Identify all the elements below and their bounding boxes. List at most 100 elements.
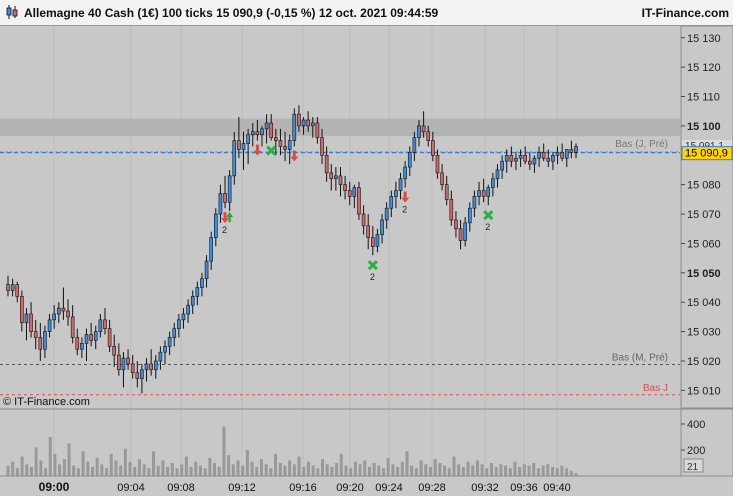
- volume-bar: [189, 466, 193, 476]
- resistance-zone: [0, 118, 680, 137]
- candle-up: [301, 119, 306, 127]
- candle-up: [467, 207, 472, 224]
- candle-up: [574, 146, 578, 153]
- candle-down: [278, 140, 283, 147]
- volume-bar: [386, 457, 390, 476]
- candle-down: [107, 328, 112, 347]
- candle-up: [186, 304, 190, 315]
- candle-down: [15, 284, 20, 297]
- volume-bar: [410, 465, 414, 476]
- volume-bar: [330, 466, 334, 476]
- volume-bar: [292, 464, 296, 476]
- volume-bar: [396, 466, 400, 476]
- level-name-bas-j-pre: Bas (J, Pré): [615, 139, 668, 150]
- volume-bar: [100, 464, 104, 476]
- candle-down: [458, 228, 463, 241]
- candle-up: [310, 122, 315, 127]
- volume-bar: [471, 465, 475, 476]
- volume-bar: [44, 468, 48, 476]
- volume-bar: [227, 455, 231, 476]
- candle-up: [144, 363, 149, 371]
- candle-down: [329, 172, 334, 180]
- price-chart[interactable]: Bas (J, Pré) Bas (M, Pré) Bas J 15 130 15 12…: [0, 0, 733, 496]
- candle-down: [223, 193, 227, 203]
- volume-bar: [213, 463, 217, 476]
- volume-bar: [466, 461, 470, 476]
- volume-bar: [278, 463, 282, 476]
- volume-bar: [494, 466, 498, 476]
- x-tick-label: 09:20: [336, 482, 364, 494]
- y-tick-label: 15 060: [687, 238, 721, 250]
- volume-bar: [297, 456, 301, 476]
- x-tick-label: 09:12: [228, 482, 256, 494]
- volume-bar: [62, 459, 66, 476]
- volume-bar: [222, 426, 226, 476]
- volume-bar: [339, 453, 343, 476]
- volume-bar: [156, 465, 160, 476]
- candle-up: [98, 319, 103, 332]
- candle-up: [140, 369, 144, 379]
- candle-up: [24, 313, 29, 324]
- volume-bar: [29, 466, 33, 476]
- volume-bar: [316, 468, 320, 476]
- candle-up: [153, 360, 158, 371]
- candle-up: [384, 207, 389, 221]
- volume-bar: [508, 468, 512, 476]
- candle-up: [537, 152, 541, 159]
- candle-up: [56, 307, 61, 315]
- volume-bar: [152, 451, 156, 476]
- volume-bar: [353, 461, 357, 476]
- candle-down: [509, 154, 514, 162]
- volume-bar: [358, 464, 362, 476]
- volume-bar: [283, 465, 287, 476]
- volume-bar: [541, 465, 545, 476]
- candle-down: [306, 119, 310, 127]
- candle-down: [103, 319, 107, 329]
- x-tick-label: 09:40: [543, 482, 571, 494]
- candle-up: [500, 160, 504, 171]
- volume-bar: [560, 465, 564, 476]
- candle-down: [117, 354, 121, 371]
- volume-bar: [142, 464, 146, 476]
- volume-bar: [321, 459, 325, 476]
- candle-up: [352, 187, 357, 197]
- candle-up: [232, 140, 237, 177]
- volume-bar: [302, 466, 306, 476]
- chart-window: Allemagne 40 Cash (1€) 100 ticks 15 090,…: [0, 0, 733, 496]
- volume-bar: [382, 468, 386, 476]
- candle-down: [431, 140, 435, 156]
- candle-down: [297, 113, 301, 127]
- volume-bar: [11, 461, 15, 476]
- candle-up: [93, 331, 98, 341]
- candle-up: [417, 125, 421, 138]
- candle-down: [343, 184, 347, 191]
- candle-up: [555, 152, 560, 156]
- y-tick-label: 15 080: [687, 180, 721, 192]
- volume-bar: [490, 463, 494, 476]
- candle-down: [255, 131, 260, 136]
- x-tick-label: 09:36: [510, 482, 538, 494]
- volume-bar: [180, 464, 184, 476]
- candle-up: [84, 334, 89, 344]
- x-tick-label: 09:00: [39, 480, 70, 494]
- signal-count-label: 2: [485, 222, 490, 232]
- candle-up: [158, 351, 163, 362]
- volume-bar: [428, 466, 432, 476]
- volume-bar: [443, 465, 447, 476]
- candle-down: [29, 313, 33, 332]
- candle-down: [6, 284, 10, 291]
- candle-up: [177, 319, 181, 329]
- candle-up: [214, 213, 218, 238]
- candle-down: [237, 140, 241, 150]
- candle-down: [528, 160, 532, 165]
- candle-up: [518, 154, 523, 159]
- candle-up: [167, 337, 172, 347]
- volume-bar: [480, 464, 484, 476]
- level-name-bas-j: Bas J: [643, 383, 668, 394]
- price-plot-area: [0, 26, 680, 408]
- volume-bar: [259, 459, 263, 476]
- watermark: © IT-Finance.com: [3, 396, 90, 408]
- candle-down: [126, 357, 130, 365]
- candle-down: [149, 363, 153, 371]
- y-tick-label: 15 010: [687, 385, 721, 397]
